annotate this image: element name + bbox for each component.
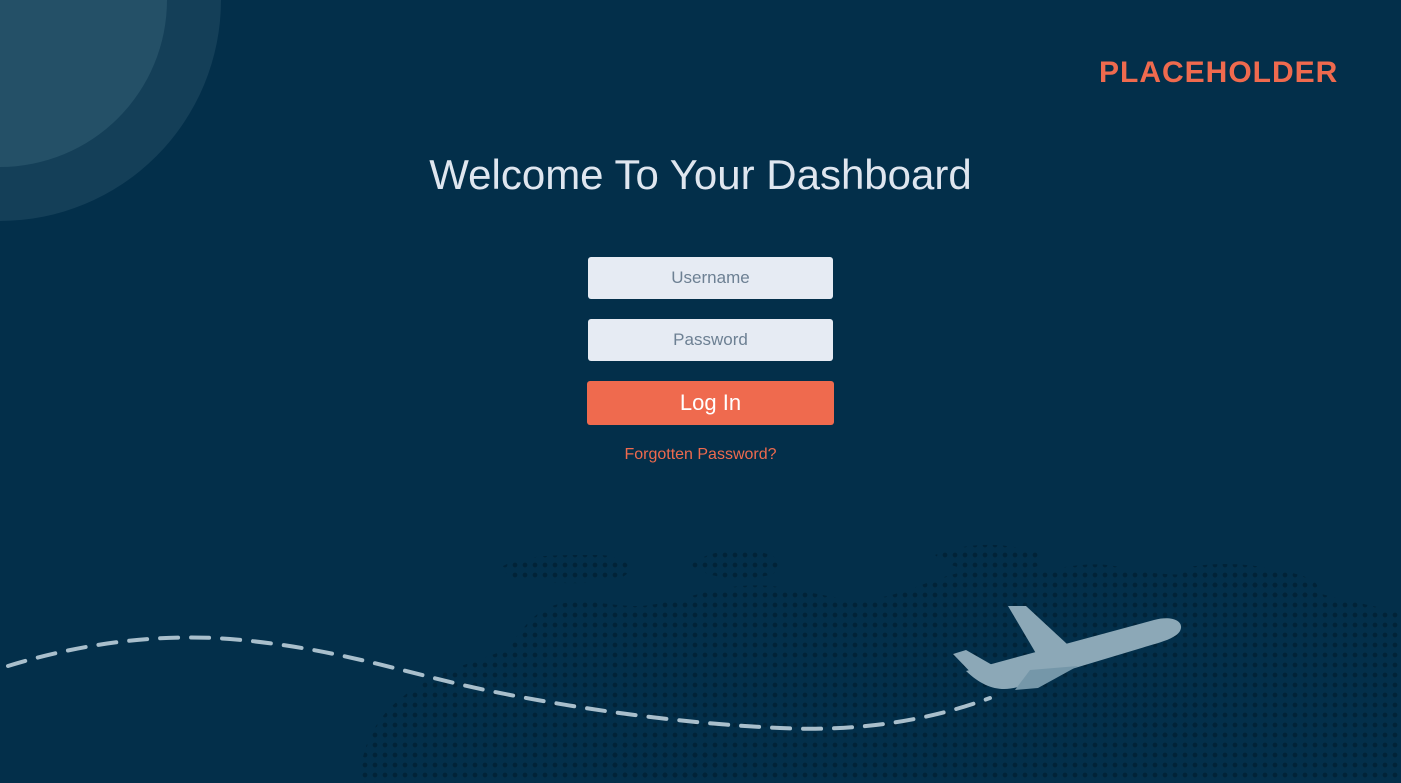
password-input[interactable] bbox=[588, 319, 833, 361]
login-button[interactable]: Log In bbox=[587, 381, 834, 425]
page-title: Welcome To Your Dashboard bbox=[429, 151, 972, 198]
forgot-password-link[interactable]: Forgotten Password? bbox=[0, 444, 1401, 466]
world-map-background bbox=[6, 544, 1401, 783]
placeholder-logo: PLACEHOLDER bbox=[1099, 56, 1338, 89]
dotted-world-map bbox=[360, 544, 1401, 783]
svg-text:PLACEHOLDER: PLACEHOLDER bbox=[1099, 56, 1338, 89]
username-input[interactable] bbox=[588, 257, 833, 299]
login-page: PLACEHOLDER Welcome To Your Dashboard Lo… bbox=[0, 0, 1401, 783]
